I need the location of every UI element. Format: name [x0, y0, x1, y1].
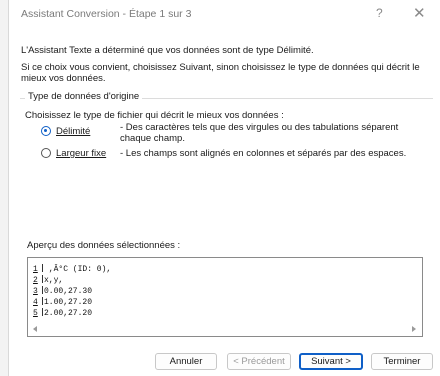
- text-import-wizard-dialog: Assistant Conversion - Étape 1 sur 3 ? ✕…: [9, 0, 440, 376]
- column-separator: [42, 308, 43, 316]
- column-separator: [42, 275, 43, 283]
- dialog-title: Assistant Conversion - Étape 1 sur 3: [21, 8, 192, 20]
- column-separator: [42, 264, 43, 272]
- preview-row-number: 5: [33, 309, 38, 318]
- cancel-button[interactable]: Annuler: [155, 353, 217, 370]
- preview-row-text: 0.00,27.30: [44, 287, 93, 296]
- preview-label: Aperçu des données sélectionnées :: [27, 240, 181, 251]
- preview-row: 1 ,Â°C (ID: 0),: [33, 264, 112, 274]
- preview-row: 2 x,y,: [33, 275, 64, 285]
- preview-row-number: 2: [33, 276, 38, 285]
- preview-row: 4 1.00,27.20: [33, 297, 93, 307]
- radio-delimited-label-text: Délimité: [56, 126, 91, 137]
- close-icon[interactable]: ✕: [413, 4, 426, 22]
- radio-fixed-width-label-text: Largeur fixe: [56, 148, 107, 159]
- help-icon[interactable]: ?: [376, 6, 383, 20]
- preview-row-text: x,y,: [44, 276, 64, 285]
- radio-delimited-label[interactable]: Délimité: [56, 126, 90, 137]
- radio-fixed-width[interactable]: [41, 148, 51, 158]
- scroll-right-arrow-icon[interactable]: [412, 326, 416, 332]
- preview-row: 3 0.00,27.30: [33, 286, 93, 296]
- next-button[interactable]: Suivant >: [299, 353, 363, 370]
- radio-fixed-width-label[interactable]: Largeur fixe: [56, 148, 106, 159]
- previous-button[interactable]: < Précédent: [227, 353, 291, 370]
- delimited-description: - Des caractères tels que des virgules o…: [120, 122, 399, 144]
- preview-row: 5 2.00,27.20: [33, 308, 93, 318]
- fixed-width-description: - Les champs sont alignés en colonnes et…: [120, 148, 407, 159]
- group-title: Type de données d'origine: [25, 91, 143, 102]
- preview-row-text: ,Â°C (ID: 0),: [44, 265, 112, 274]
- radio-delimited[interactable]: [41, 126, 51, 136]
- finish-button[interactable]: Terminer: [371, 353, 433, 370]
- intro-instructions: Si ce choix vous convient, choisissez Su…: [21, 62, 420, 84]
- column-separator: [42, 286, 43, 294]
- left-window-edge: [0, 0, 9, 376]
- preview-row-text: 2.00,27.20: [44, 309, 93, 318]
- scroll-left-arrow-icon[interactable]: [33, 326, 37, 332]
- preview-row-text: 1.00,27.20: [44, 298, 93, 307]
- column-separator: [42, 297, 43, 305]
- data-preview-box[interactable]: 1 ,Â°C (ID: 0), 2 x,y, 3 0.00,27.30 4 1.00,…: [27, 257, 423, 337]
- preview-row-number: 4: [33, 298, 38, 307]
- choose-file-type-label: Choisissez le type de fichier qui décrit…: [25, 110, 284, 121]
- intro-text: L'Assistant Texte a déterminé que vos do…: [21, 45, 314, 56]
- title-bar: Assistant Conversion - Étape 1 sur 3 ? ✕: [9, 0, 440, 30]
- preview-row-number: 1: [33, 265, 38, 274]
- preview-row-number: 3: [33, 287, 38, 296]
